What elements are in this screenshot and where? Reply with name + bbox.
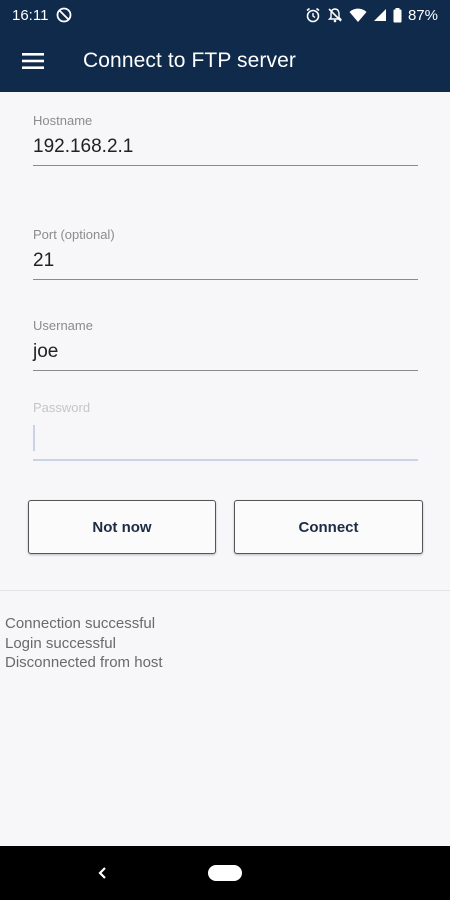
log-line: Connection successful: [5, 615, 156, 632]
username-field[interactable]: Username joe: [33, 318, 418, 371]
port-input[interactable]: 21: [33, 249, 418, 273]
wifi-icon: [349, 8, 367, 23]
password-label: Password: [33, 400, 91, 415]
divider: [0, 590, 450, 591]
log-line: Login successful: [5, 634, 116, 652]
page-title: Connect to FTP server: [83, 49, 296, 72]
navigation-bar: [0, 846, 450, 900]
text-cursor: [33, 424, 35, 451]
do-not-disturb-icon: [56, 7, 72, 23]
signal-icon: [373, 8, 387, 22]
status-bar: 16:11 87%: [0, 0, 450, 30]
not-now-button[interactable]: Not now: [28, 500, 216, 554]
port-field[interactable]: Port (optional) 21: [33, 227, 418, 280]
back-icon[interactable]: [92, 863, 112, 883]
password-underline: [33, 459, 418, 461]
username-underline: [33, 370, 418, 371]
connect-button[interactable]: Connect: [234, 500, 423, 554]
username-input[interactable]: joe: [33, 340, 418, 364]
port-label: Port (optional): [33, 227, 115, 242]
port-underline: [33, 279, 418, 280]
battery-percent: 87%: [407, 6, 438, 24]
username-label: Username: [33, 318, 93, 333]
password-field[interactable]: Password: [33, 400, 418, 461]
status-time: 16:11: [12, 6, 49, 24]
connection-log: Connection successful Login successful D…: [5, 614, 163, 673]
alarm-icon: [305, 7, 321, 23]
hostname-label: Hostname: [33, 113, 93, 128]
hostname-underline: [33, 165, 418, 166]
log-line: Disconnected from host: [5, 654, 163, 671]
home-button[interactable]: [208, 865, 242, 881]
hostname-input[interactable]: 192.168.2.1: [33, 135, 418, 159]
notifications-off-icon: [327, 7, 343, 23]
battery-icon: [393, 7, 402, 23]
password-input[interactable]: [33, 424, 418, 452]
hostname-field[interactable]: Hostname 192.168.2.1: [33, 113, 418, 166]
hamburger-menu-icon[interactable]: [0, 30, 66, 92]
app-bar: Connect to FTP server: [0, 30, 450, 92]
